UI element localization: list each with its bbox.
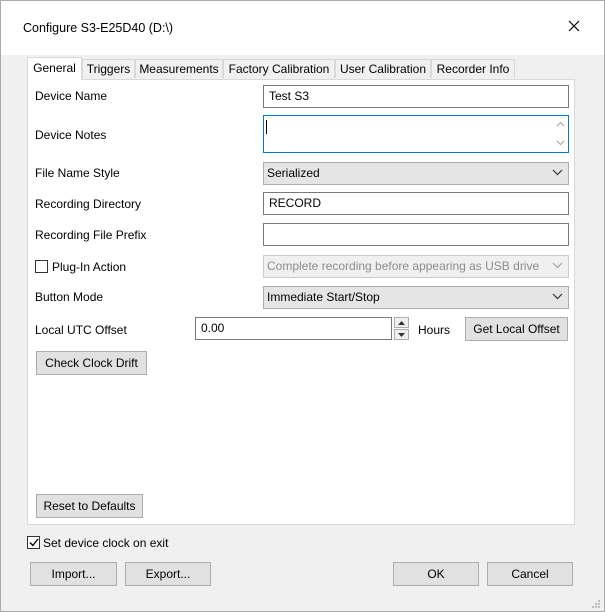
spin-down-button[interactable] [394,329,409,340]
export-button[interactable]: Export... [125,562,211,586]
ok-button[interactable]: OK [393,562,479,586]
utc-offset-input[interactable]: 0.00 [195,317,392,340]
tab-measurements-label: Measurements [139,62,219,76]
configure-dialog: Configure S3-E25D40 (D:\) General Trigge… [0,0,605,612]
general-panel: Device Name Test S3 Device Notes File Na… [27,79,575,525]
scroll-up-icon[interactable] [556,121,565,127]
file-name-style-label: File Name Style [35,166,120,180]
reset-defaults-button[interactable]: Reset to Defaults [36,494,143,518]
get-local-offset-button[interactable]: Get Local Offset [465,317,568,341]
scroll-down-icon[interactable] [556,140,565,146]
cancel-button[interactable]: Cancel [487,562,573,586]
file-name-style-value: Serialized [267,166,320,180]
device-name-label: Device Name [35,89,108,103]
device-notes-textarea[interactable] [263,115,569,153]
button-mode-value: Immediate Start/Stop [267,290,380,304]
button-mode-select[interactable]: Immediate Start/Stop [263,286,569,309]
chevron-down-icon [552,262,563,269]
tab-user-calibration-label: User Calibration [339,62,427,76]
tab-measurements[interactable]: Measurements [135,59,223,78]
recording-directory-label: Recording Directory [35,197,142,211]
tab-user-calibration[interactable]: User Calibration [335,59,431,78]
recording-file-prefix-input[interactable] [263,223,569,246]
file-name-style-select[interactable]: Serialized [263,162,569,185]
tab-factory-calibration[interactable]: Factory Calibration [223,59,335,78]
text-caret [266,120,267,134]
hours-unit-label: Hours [418,323,451,337]
set-clock-label: Set device clock on exit [43,536,169,550]
plug-in-action-checkbox[interactable] [35,260,48,273]
check-clock-drift-button[interactable]: Check Clock Drift [36,351,147,375]
tab-recorder-info-label: Recorder Info [436,62,510,76]
plug-in-action-select: Complete recording before appearing as U… [263,255,569,278]
close-button[interactable] [563,15,585,37]
tab-recorder-info[interactable]: Recorder Info [431,59,515,78]
device-name-input[interactable]: Test S3 [263,85,569,108]
resize-grip-icon[interactable] [591,599,601,609]
recording-file-prefix-label: Recording File Prefix [35,228,147,242]
triangle-down-icon [398,332,405,337]
plug-in-action-value: Complete recording before appearing as U… [267,259,540,273]
recording-directory-input[interactable]: RECORD [263,192,569,215]
spin-up-button[interactable] [394,317,409,328]
import-button[interactable]: Import... [30,562,117,586]
checkmark-icon [29,538,39,547]
button-mode-label: Button Mode [35,290,104,304]
tab-general[interactable]: General [27,57,82,80]
device-notes-label: Device Notes [35,128,107,142]
set-clock-checkbox[interactable] [27,536,40,549]
plug-in-action-label: Plug-In Action [52,260,127,274]
tab-general-label: General [33,61,76,75]
tab-triggers-label: Triggers [86,62,131,76]
utc-offset-spinner [394,317,409,340]
chevron-down-icon [552,293,563,300]
local-utc-offset-label: Local UTC Offset [35,323,127,337]
tab-triggers[interactable]: Triggers [82,59,135,78]
triangle-up-icon [398,320,405,325]
tab-factory-calibration-label: Factory Calibration [228,62,330,76]
title-bar: Configure S3-E25D40 (D:\) [1,1,604,55]
chevron-down-icon [552,169,563,176]
close-icon [568,20,580,32]
window-title: Configure S3-E25D40 (D:\) [23,21,174,35]
